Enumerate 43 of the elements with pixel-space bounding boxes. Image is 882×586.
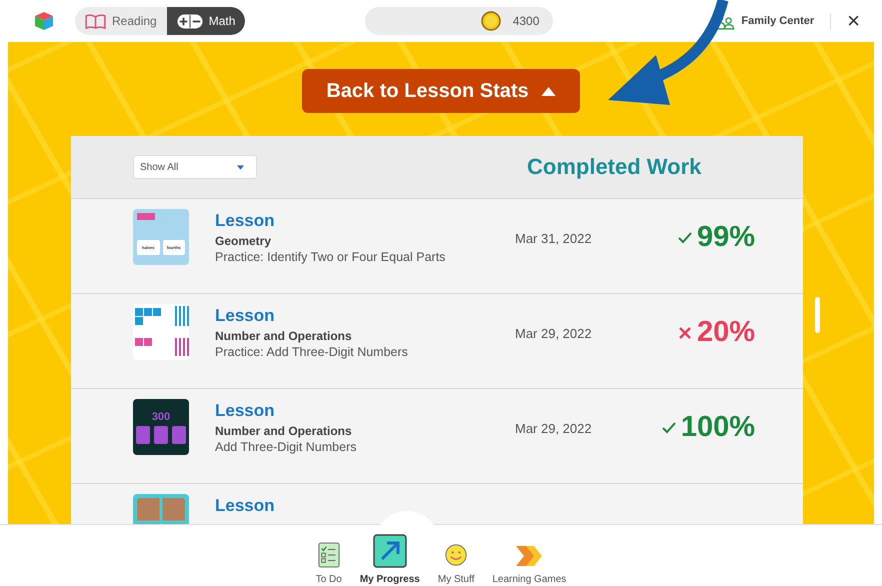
smiley-icon: [445, 542, 468, 568]
checklist-icon: [318, 542, 340, 568]
filter-dropdown[interactable]: Show All: [133, 155, 257, 179]
lesson-name: Add Three-Digit Numbers: [215, 440, 358, 454]
lesson-subject: Geometry: [215, 234, 272, 248]
nav-tab[interactable]: To Do: [316, 542, 342, 586]
plus-minus-icon: [176, 14, 203, 28]
back-to-lesson-stats-button[interactable]: Back to Lesson Stats: [302, 69, 580, 113]
lesson-subject: Number and Operations: [215, 424, 353, 438]
check-icon: [662, 422, 676, 434]
check-icon: [678, 232, 692, 244]
subject-tab[interactable]: Reading: [75, 7, 167, 35]
lesson-name: Practice: Add Three-Digit Numbers: [215, 345, 409, 359]
nav-tab[interactable]: My Stuff: [438, 542, 474, 586]
completion-date: Mar 29, 2022: [515, 326, 593, 341]
lesson-thumbnail: 300: [133, 399, 189, 455]
lesson-name: Practice: Identify Two or Four Equal Parts: [215, 250, 446, 264]
coin-count: 4300: [512, 14, 540, 28]
panel-title: Completed Work: [527, 154, 702, 180]
score: 99%: [645, 221, 755, 254]
dropdown-caret-icon: [237, 164, 244, 170]
chevron-arrows-icon: [514, 544, 544, 568]
score: 100%: [645, 411, 755, 444]
cross-icon: [678, 326, 692, 338]
cube-logo-icon[interactable]: [34, 11, 54, 31]
lesson-type: Lesson: [215, 496, 276, 516]
lesson-type: Lesson: [215, 306, 276, 326]
score: 20%: [645, 316, 755, 349]
subject-tab[interactable]: Math: [166, 7, 246, 35]
completion-date: Mar 29, 2022: [515, 421, 593, 436]
close-button[interactable]: ×: [843, 10, 864, 32]
family-center-button[interactable]: Family Center: [713, 12, 832, 30]
lesson-type: Lesson: [215, 211, 276, 231]
book-icon: [85, 14, 106, 28]
completion-date: Mar 31, 2022: [515, 231, 593, 246]
coin-icon: [480, 11, 501, 31]
scrollbar-thumb[interactable]: [815, 297, 820, 333]
lesson-type: Lesson: [215, 401, 276, 421]
caret-up-icon: [540, 86, 556, 96]
nav-tab[interactable]: My Progress: [360, 534, 420, 586]
lesson-thumbnail: [133, 304, 189, 360]
lesson-subject: Number and Operations: [215, 329, 353, 343]
nav-tab[interactable]: Learning Games: [492, 544, 566, 586]
